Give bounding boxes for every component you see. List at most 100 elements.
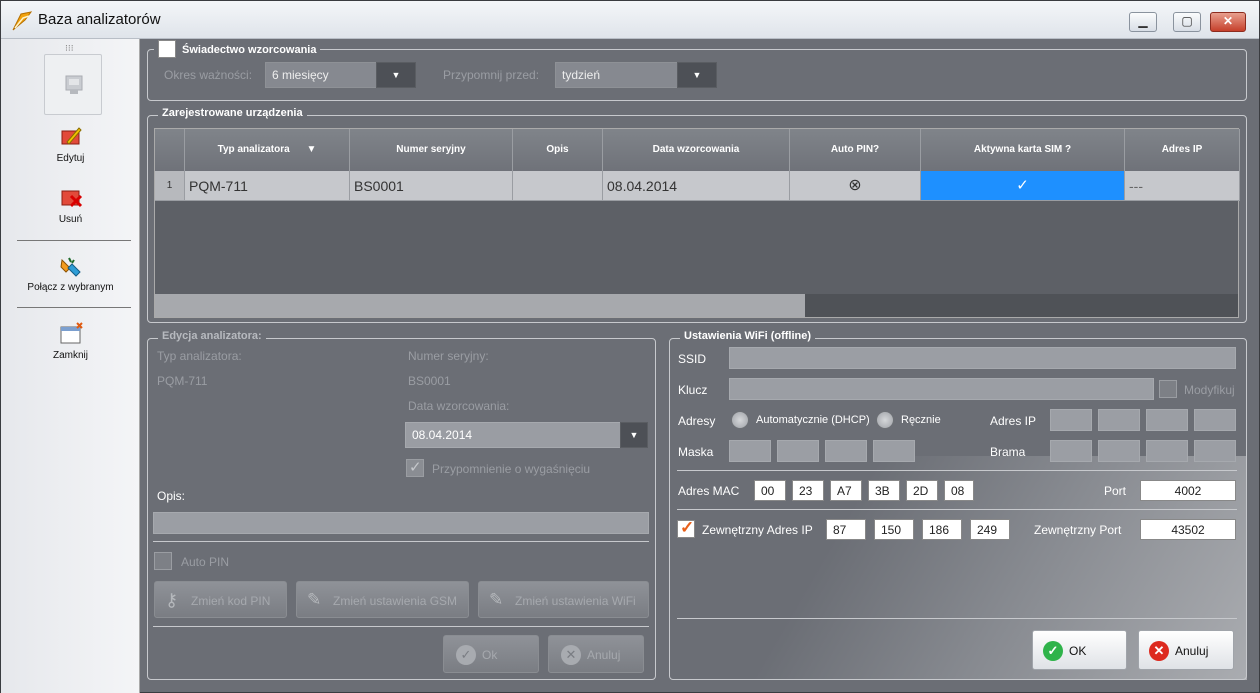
date-label: Data wzorcowania: bbox=[408, 399, 510, 413]
cell-type: PQM-711 bbox=[185, 171, 350, 201]
cell-date: 08.04.2014 bbox=[603, 171, 790, 201]
certificate-title-wrap: Świadectwo wzorcowania bbox=[154, 40, 321, 59]
wrench-icon: ✎ bbox=[489, 590, 504, 609]
gateway-octet-4[interactable] bbox=[1194, 440, 1236, 462]
mask-octet-4[interactable] bbox=[873, 440, 915, 462]
edit-icon bbox=[61, 127, 82, 145]
change-gsm-button[interactable]: ✎ Zmień ustawienia GSM bbox=[296, 581, 469, 618]
edit-group: Edycja analizatora: bbox=[147, 330, 656, 680]
manual-label: Ręcznie bbox=[901, 414, 941, 426]
ip-octet-2[interactable] bbox=[1098, 409, 1140, 431]
ext-port-label: Zewnętrzny Port bbox=[1034, 523, 1122, 537]
ip-octet-1[interactable] bbox=[1050, 409, 1092, 431]
sidebar-separator bbox=[17, 307, 131, 308]
sidebar-item-connect[interactable]: Połącz z wybranym bbox=[1, 254, 140, 293]
checkmark-icon: ✓ bbox=[409, 459, 422, 476]
serial-label: Numer seryjny: bbox=[408, 349, 489, 363]
ext-ip-checkbox[interactable]: ✓ bbox=[677, 518, 695, 538]
remind-dropdown-icon[interactable]: ▼ bbox=[677, 62, 717, 88]
close-button[interactable]: ✕ bbox=[1210, 12, 1246, 32]
port-label: Port bbox=[1104, 484, 1127, 498]
horizontal-scrollbar[interactable] bbox=[155, 294, 1238, 317]
column-header-ip[interactable]: Adres IP bbox=[1125, 129, 1240, 171]
auto-pin-checkbox[interactable] bbox=[154, 552, 172, 570]
ip-octet-4[interactable] bbox=[1194, 409, 1236, 431]
maximize-button[interactable]: ▢ bbox=[1173, 12, 1201, 32]
checkmark-icon: ✓ bbox=[680, 518, 695, 537]
certificate-title: Świadectwo wzorcowania bbox=[182, 43, 317, 56]
gateway-octet-1[interactable] bbox=[1050, 440, 1092, 462]
ext-port-input[interactable]: 43502 bbox=[1140, 519, 1236, 540]
column-header-serial[interactable]: Numer seryjny bbox=[350, 129, 513, 171]
key-input[interactable] bbox=[729, 378, 1154, 400]
desc-input[interactable] bbox=[153, 512, 649, 534]
sidebar-item-close[interactable]: Zamknij bbox=[1, 322, 140, 361]
dhcp-radio[interactable] bbox=[731, 411, 749, 429]
ip-octet-3[interactable] bbox=[1146, 409, 1188, 431]
mask-label: Maska bbox=[678, 445, 714, 459]
wifi-ok-button[interactable]: ✓ OK bbox=[1032, 630, 1127, 670]
reminder-checkbox[interactable]: ✓ bbox=[406, 459, 424, 477]
mac-byte-3[interactable]: A7 bbox=[830, 480, 862, 501]
validity-label: Okres ważności: bbox=[164, 68, 253, 82]
mac-byte-4[interactable]: 3B bbox=[868, 480, 900, 501]
minimize-button[interactable]: ▁ bbox=[1129, 12, 1157, 32]
column-header-auto-pin[interactable]: Auto PIN? bbox=[790, 129, 921, 171]
sidebar-item-label: Edytuj bbox=[56, 153, 85, 164]
manual-radio[interactable] bbox=[876, 411, 894, 429]
edit-separator bbox=[153, 626, 649, 627]
mac-byte-6[interactable]: 08 bbox=[944, 480, 974, 501]
validity-select[interactable]: 6 miesięcy bbox=[265, 62, 377, 88]
sidebar-item-label: Zamknij bbox=[52, 350, 88, 361]
gateway-octet-3[interactable] bbox=[1146, 440, 1188, 462]
ssid-input[interactable] bbox=[729, 347, 1236, 369]
selected-device-tile[interactable] bbox=[44, 54, 102, 115]
change-pin-button[interactable]: ⚷ Zmień kod PIN bbox=[154, 581, 287, 618]
column-header-date[interactable]: Data wzorcowania bbox=[603, 129, 790, 171]
devices-title: Zarejestrowane urządzenia bbox=[158, 107, 307, 119]
ext-ip-octet-1[interactable]: 87 bbox=[826, 519, 866, 540]
remind-select[interactable]: tydzień bbox=[555, 62, 679, 88]
change-wifi-button[interactable]: ✎ Zmień ustawienia WiFi bbox=[478, 581, 649, 618]
row-index: 1 bbox=[155, 171, 185, 201]
port-input[interactable]: 4002 bbox=[1140, 480, 1236, 501]
validity-dropdown-icon[interactable]: ▼ bbox=[376, 62, 416, 88]
cell-auto-pin-icon: ⊗ bbox=[790, 171, 921, 201]
mask-octet-2[interactable] bbox=[777, 440, 819, 462]
ext-ip-octet-4[interactable]: 249 bbox=[970, 519, 1010, 540]
close-window-icon bbox=[60, 322, 83, 344]
auto-pin-label: Auto PIN bbox=[181, 555, 230, 569]
cancel-icon: ✕ bbox=[1149, 641, 1169, 661]
sidebar-item-edit[interactable]: Edytuj bbox=[1, 125, 140, 164]
date-input[interactable]: 08.04.2014 bbox=[405, 422, 621, 448]
wifi-cancel-button[interactable]: ✕ Anuluj bbox=[1138, 630, 1234, 670]
title-bar: Baza analizatorów ▁ ▢ ✕ bbox=[1, 1, 1259, 39]
calendar-dropdown-icon[interactable]: ▼ bbox=[620, 422, 648, 448]
edit-cancel-button[interactable]: ✕ Anuluj bbox=[548, 635, 644, 673]
main-window: Baza analizatorów ▁ ▢ ✕ ⁝⁝⁝ Edytuj Usuń … bbox=[0, 0, 1260, 693]
mac-byte-1[interactable]: 00 bbox=[754, 480, 786, 501]
cell-sim-check-icon: ✓ bbox=[921, 171, 1125, 201]
column-header-type[interactable]: Typ analizatora ▼ bbox=[185, 129, 350, 171]
mac-byte-2[interactable]: 23 bbox=[792, 480, 824, 501]
certificate-checkbox[interactable] bbox=[158, 40, 176, 58]
devices-table: Typ analizatora ▼ Numer seryjny Opis Dat… bbox=[154, 128, 1240, 318]
wifi-separator bbox=[677, 509, 1237, 510]
ext-ip-label: Zewnętrzny Adres IP bbox=[702, 523, 813, 537]
modify-checkbox[interactable] bbox=[1159, 380, 1177, 398]
ext-ip-octet-3[interactable]: 186 bbox=[922, 519, 962, 540]
sidebar-item-delete[interactable]: Usuń bbox=[1, 186, 140, 225]
mac-byte-5[interactable]: 2D bbox=[906, 480, 938, 501]
window-title: Baza analizatorów bbox=[38, 11, 161, 28]
sidebar-separator bbox=[17, 240, 131, 241]
column-header-desc[interactable]: Opis bbox=[513, 129, 603, 171]
gateway-octet-2[interactable] bbox=[1098, 440, 1140, 462]
gateway-label: Brama bbox=[990, 445, 1026, 459]
scrollbar-thumb[interactable] bbox=[155, 294, 805, 317]
ssid-label: SSID bbox=[678, 352, 707, 366]
ext-ip-octet-2[interactable]: 150 bbox=[874, 519, 914, 540]
mask-octet-1[interactable] bbox=[729, 440, 771, 462]
column-header-sim[interactable]: Aktywna karta SIM ? bbox=[921, 129, 1125, 171]
mask-octet-3[interactable] bbox=[825, 440, 867, 462]
edit-ok-button[interactable]: ✓ Ok bbox=[443, 635, 539, 673]
